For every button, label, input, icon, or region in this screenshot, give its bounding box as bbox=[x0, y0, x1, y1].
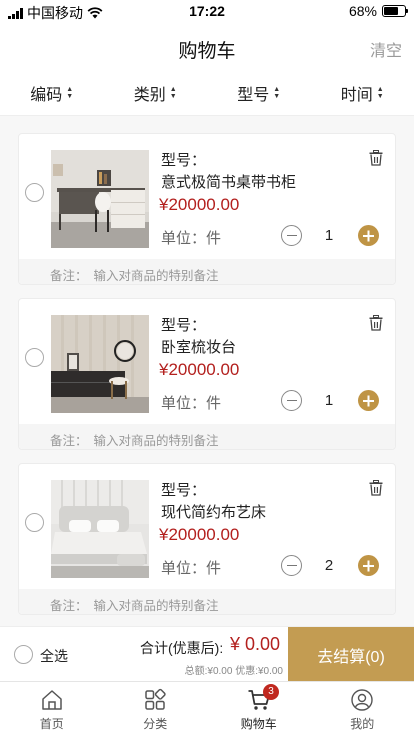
subtotal-text: 总额:¥0.00 优惠:¥0.00 bbox=[184, 666, 283, 677]
product-unit: 单位：件 bbox=[161, 230, 222, 247]
tab-bar: 首页 分类 3 购物车 我的 bbox=[0, 681, 414, 736]
trash-icon[interactable] bbox=[369, 315, 383, 331]
note-label: 备注： bbox=[50, 599, 88, 613]
note-label: 备注： bbox=[50, 269, 88, 283]
product-image-desk[interactable] bbox=[51, 150, 149, 248]
note-placeholder[interactable]: 输入对商品的特别备注 bbox=[94, 269, 219, 283]
decrease-quantity-button[interactable] bbox=[281, 555, 302, 576]
tab-cart[interactable]: 3 购物车 bbox=[207, 682, 311, 736]
total-label: 合计(优惠后): bbox=[140, 640, 224, 656]
total-value: ¥ 0.00 bbox=[230, 634, 281, 654]
sort-label: 编码 bbox=[30, 86, 63, 104]
product-name: 现代简约布艺床 bbox=[161, 504, 267, 521]
sort-arrows-icon: ▲ ▼ bbox=[66, 85, 74, 100]
model-label: 型号： bbox=[161, 152, 207, 169]
sort-by-model[interactable]: 型号 ▲ ▼ bbox=[207, 70, 311, 115]
sort-label: 类别 bbox=[133, 86, 166, 104]
page-title: 购物车 bbox=[178, 41, 236, 62]
nav-bar: 购物车 清空 bbox=[0, 24, 414, 70]
status-bar: 中国移动 17:22 68% bbox=[0, 0, 414, 24]
product-unit: 单位：件 bbox=[161, 395, 222, 412]
sort-by-time[interactable]: 时间 ▲ ▼ bbox=[311, 70, 414, 115]
item-note[interactable]: 备注： 输入对商品的特别备注 bbox=[19, 259, 395, 284]
sort-by-category[interactable]: 类别 ▲ ▼ bbox=[104, 70, 208, 115]
trash-icon[interactable] bbox=[369, 150, 383, 166]
increase-quantity-button[interactable] bbox=[358, 555, 379, 576]
product-price: ¥20000.00 bbox=[159, 525, 240, 544]
tab-label: 我的 bbox=[350, 717, 375, 731]
model-label: 型号： bbox=[161, 317, 207, 334]
note-placeholder[interactable]: 输入对商品的特别备注 bbox=[94, 599, 219, 613]
battery-percent: 68% bbox=[348, 3, 377, 19]
sort-label: 型号 bbox=[237, 86, 270, 104]
product-name: 意式极简书桌带书柜 bbox=[161, 174, 297, 191]
item-select-radio[interactable] bbox=[25, 183, 44, 202]
item-note[interactable]: 备注： 输入对商品的特别备注 bbox=[19, 589, 395, 614]
status-right: 68% bbox=[348, 3, 408, 19]
quantity-value[interactable]: 1 bbox=[309, 392, 349, 409]
model-label: 型号： bbox=[161, 482, 207, 499]
checkout-button[interactable]: 去结算(0) bbox=[288, 627, 414, 682]
select-all-radio[interactable] bbox=[14, 645, 33, 664]
cart-item: 型号： 意式极简书桌带书柜 ¥20000.00 单位：件 1 备注： 输入对商品的… bbox=[18, 133, 396, 285]
item-select-radio[interactable] bbox=[25, 513, 44, 532]
sort-arrows-icon: ▲ ▼ bbox=[376, 85, 384, 100]
item-select-radio[interactable] bbox=[25, 348, 44, 367]
product-image-vanity[interactable] bbox=[51, 315, 149, 413]
decrease-quantity-button[interactable] bbox=[281, 225, 302, 246]
increase-quantity-button[interactable] bbox=[358, 225, 379, 246]
tab-label: 分类 bbox=[143, 717, 168, 731]
cart-item: 型号： 卧室梳妆台 ¥20000.00 单位：件 1 备注： 输入对商品的特别备注 bbox=[18, 298, 396, 450]
note-label: 备注： bbox=[50, 434, 88, 448]
sort-label: 时间 bbox=[340, 86, 373, 104]
product-price: ¥20000.00 bbox=[159, 195, 240, 214]
sort-arrows-icon: ▲ ▼ bbox=[273, 85, 281, 100]
sort-by-code[interactable]: 编码 ▲ ▼ bbox=[0, 70, 104, 115]
tab-home[interactable]: 首页 bbox=[0, 682, 104, 736]
quantity-value[interactable]: 1 bbox=[309, 227, 349, 244]
quantity-value[interactable]: 2 bbox=[309, 557, 349, 574]
product-price: ¥20000.00 bbox=[159, 360, 240, 379]
product-name: 卧室梳妆台 bbox=[161, 339, 237, 356]
cart-badge: 3 bbox=[263, 684, 279, 700]
checkout-bar: 全选 合计(优惠后): ¥ 0.00 总额:¥0.00 优惠:¥0.00 去结算… bbox=[0, 626, 414, 682]
item-note[interactable]: 备注： 输入对商品的特别备注 bbox=[19, 424, 395, 449]
battery-icon bbox=[382, 5, 408, 17]
sort-bar: 编码 ▲ ▼ 类别 ▲ ▼ 型号 ▲ ▼ 时间 ▲ ▼ bbox=[0, 70, 414, 116]
category-icon bbox=[145, 688, 166, 710]
trash-icon[interactable] bbox=[369, 480, 383, 496]
home-icon bbox=[42, 690, 62, 710]
clear-cart-button[interactable]: 清空 bbox=[370, 37, 402, 61]
product-image-bed[interactable] bbox=[51, 480, 149, 578]
tab-category[interactable]: 分类 bbox=[104, 682, 208, 736]
note-placeholder[interactable]: 输入对商品的特别备注 bbox=[94, 434, 219, 448]
sort-arrows-icon: ▲ ▼ bbox=[169, 85, 177, 100]
cart-item: 型号： 现代简约布艺床 ¥20000.00 单位：件 2 备注： 输入对商品的特别… bbox=[18, 463, 396, 615]
decrease-quantity-button[interactable] bbox=[281, 390, 302, 411]
tab-label: 首页 bbox=[39, 717, 64, 731]
select-all-label[interactable]: 全选 bbox=[40, 646, 68, 666]
cart-list[interactable]: 型号： 意式极简书桌带书柜 ¥20000.00 单位：件 1 备注： 输入对商品的… bbox=[0, 116, 414, 626]
tab-label: 购物车 bbox=[240, 717, 277, 731]
increase-quantity-button[interactable] bbox=[358, 390, 379, 411]
user-icon bbox=[351, 689, 373, 711]
product-unit: 单位：件 bbox=[161, 560, 222, 577]
tab-me[interactable]: 我的 bbox=[311, 682, 414, 736]
